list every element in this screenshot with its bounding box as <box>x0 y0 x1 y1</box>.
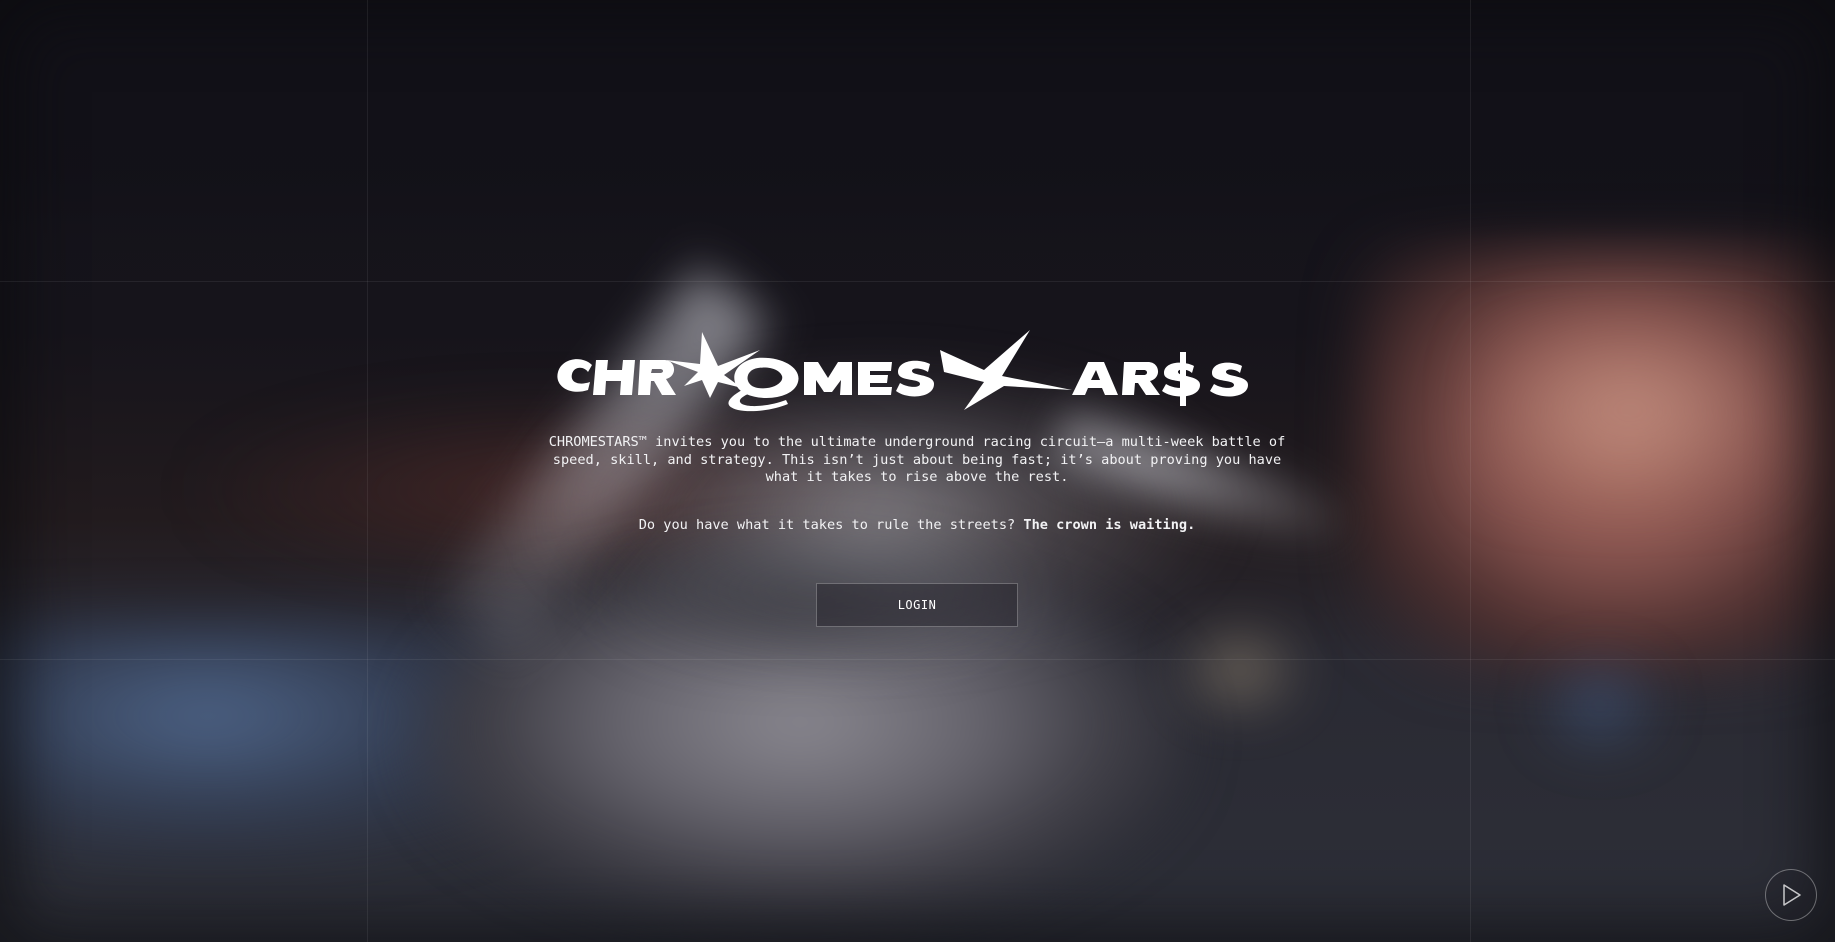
login-button[interactable]: LOGIN <box>816 583 1018 628</box>
grid-line-horizontal <box>0 659 1835 660</box>
callout-emphasis: The crown is waiting. <box>1023 517 1196 534</box>
chromestars-logo <box>557 330 1248 412</box>
background-blue-light <box>1540 660 1660 750</box>
play-icon <box>1783 884 1801 906</box>
grid-line-vertical <box>367 0 368 942</box>
grid-line-horizontal <box>0 281 1835 282</box>
callout-text: Do you have what it takes to rule the st… <box>639 517 1196 535</box>
grid-line-vertical <box>1470 0 1471 942</box>
background-dark-top <box>0 0 1835 240</box>
hero-section: CHROMESTARS™ invites you to the ultimate… <box>517 320 1317 628</box>
intro-paragraph: CHROMESTARS™ invites you to the ultimate… <box>548 434 1286 485</box>
play-button[interactable] <box>1765 869 1817 921</box>
background-headlight <box>1180 630 1300 710</box>
background-building-light <box>1480 320 1780 500</box>
callout-question: Do you have what it takes to rule the st… <box>638 517 1016 534</box>
